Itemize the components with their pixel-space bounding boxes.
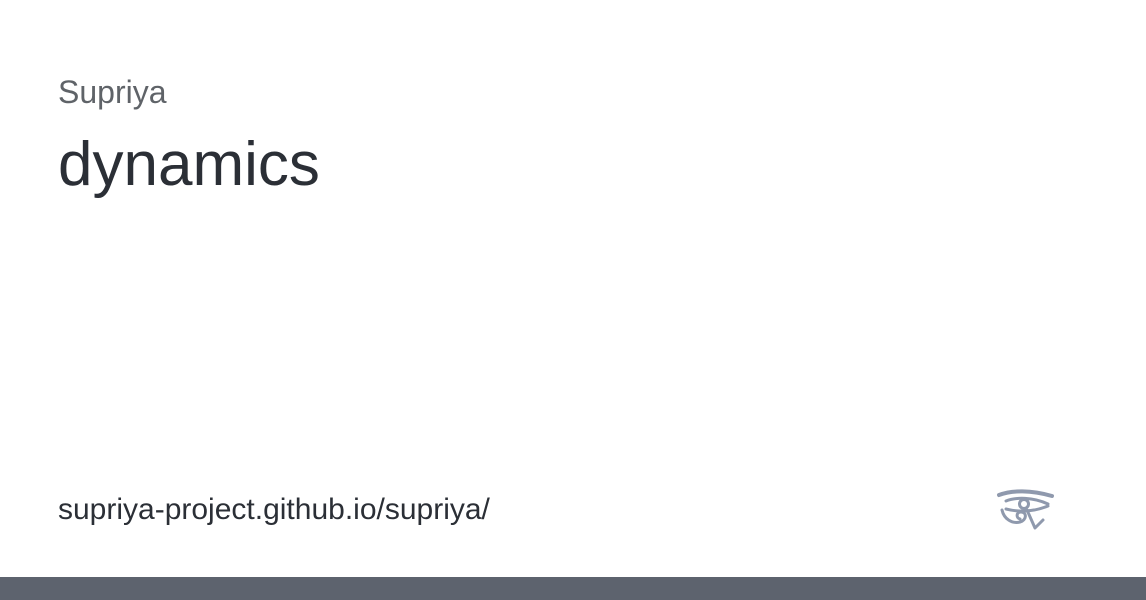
logo-pupil bbox=[1018, 498, 1030, 510]
bottom-bar bbox=[0, 577, 1146, 600]
site-url: supriya-project.github.io/supriya/ bbox=[58, 493, 490, 526]
social-preview-card: Supriya dynamics supriya-project.github.… bbox=[0, 0, 1146, 577]
page-title: dynamics bbox=[58, 130, 320, 199]
eye-of-horus-icon bbox=[997, 489, 1054, 530]
logo-tail bbox=[1025, 508, 1045, 530]
logo-brow bbox=[997, 489, 1054, 498]
site-name: Supriya bbox=[58, 74, 167, 110]
